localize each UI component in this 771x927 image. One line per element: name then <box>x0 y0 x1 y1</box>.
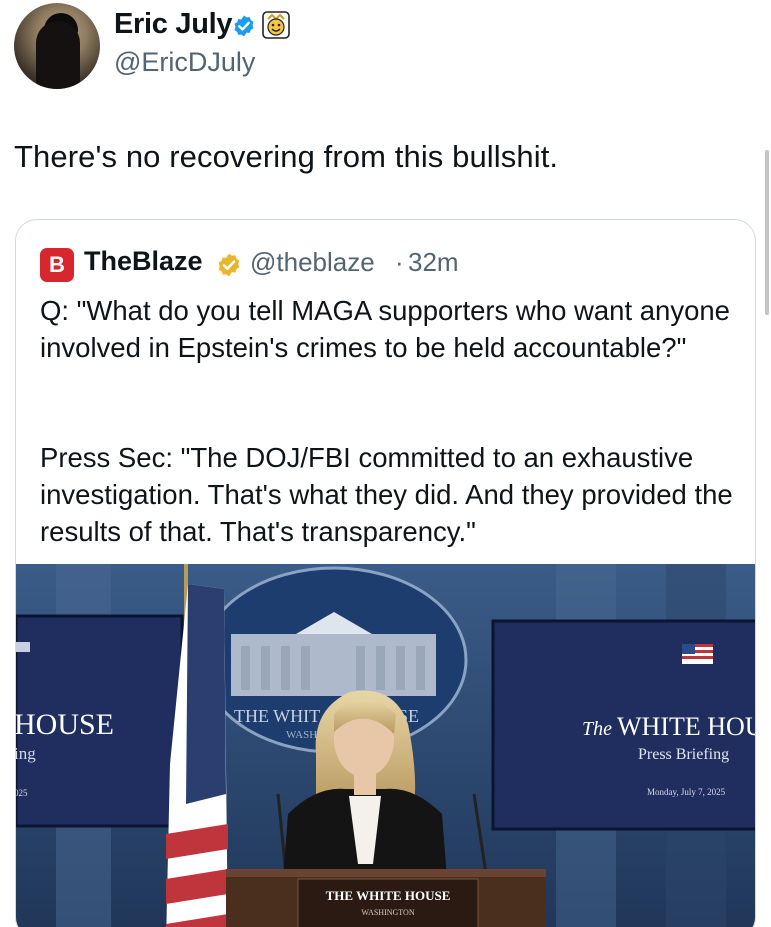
podium-subtitle: WASHINGTON <box>361 908 414 917</box>
flag-icon <box>682 644 713 664</box>
seal-text-top: THE WHIT <box>234 706 320 726</box>
right-screen-title: WHITE HOUS <box>617 712 756 741</box>
quote-text-answer: Press Sec: "The DOJ/FBI committed to an … <box>40 442 733 547</box>
post: Eric July @EricDJuly There's no recoveri… <box>0 0 771 927</box>
scrollbar[interactable] <box>765 150 769 315</box>
author-avatar[interactable] <box>14 3 100 89</box>
left-screen-date: 025 <box>16 788 28 798</box>
author-handle[interactable]: @EricDJuly <box>114 47 255 78</box>
podium-title: THE WHITE HOUSE <box>326 888 451 903</box>
quoted-tweet[interactable]: B TheBlaze @theblaze · 32m Q: "What do y… <box>15 219 756 927</box>
left-screen-subtitle: ing <box>16 744 36 763</box>
right-screen-title-italic: The <box>582 718 612 740</box>
gold-verified-badge-icon[interactable] <box>216 252 242 278</box>
theblaze-logo-icon[interactable]: B <box>40 248 74 282</box>
quote-separator: · <box>395 247 404 277</box>
smiley-badge-icon[interactable] <box>262 11 290 39</box>
post-text: There's no recovering from this bullshit… <box>14 139 559 174</box>
quote-timestamp[interactable]: 32m <box>408 247 459 278</box>
quote-media-image[interactable]: THE WHIT SE WASHI HOUSE ing 025 Th <box>16 564 756 927</box>
quote-author-name[interactable]: TheBlaze <box>84 246 203 277</box>
quote-author-handle[interactable]: @theblaze <box>250 247 375 278</box>
author-name[interactable]: Eric July <box>114 8 233 41</box>
right-screen-subtitle: Press Briefing <box>638 746 729 763</box>
quote-text-question: Q: "What do you tell MAGA supporters who… <box>40 295 730 363</box>
verified-badge-icon[interactable] <box>232 14 256 38</box>
right-screen-date: Monday, July 7, 2025 <box>647 787 726 797</box>
avatar-figure <box>36 21 80 89</box>
left-screen-title: HOUSE <box>16 708 114 741</box>
press-briefing-scene: THE WHIT SE WASHI HOUSE ing 025 Th <box>16 564 756 927</box>
